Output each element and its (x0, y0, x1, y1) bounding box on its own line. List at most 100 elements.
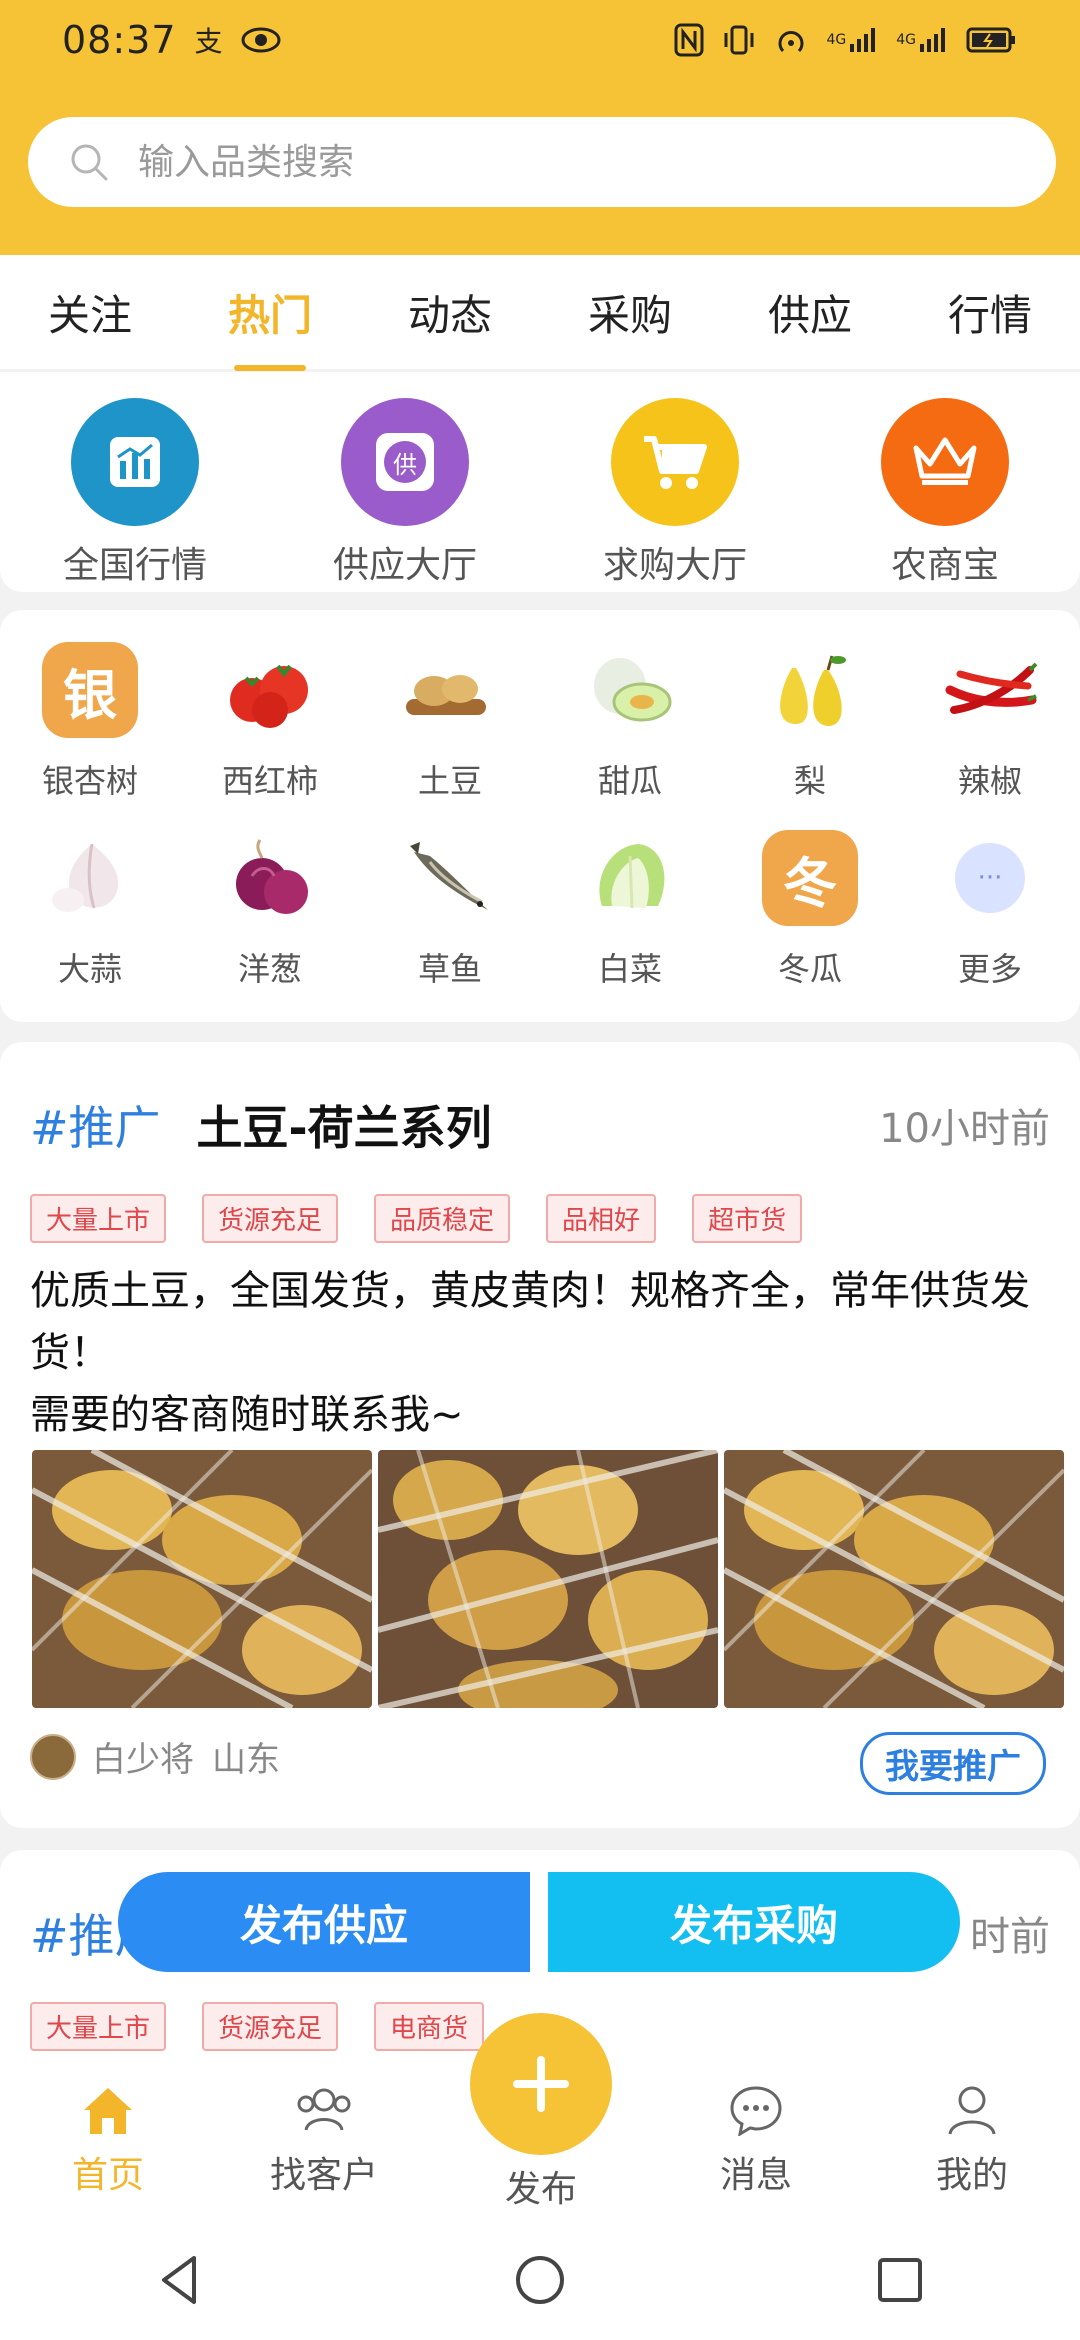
category-label: 白菜 (597, 950, 662, 988)
quick-supply-hall[interactable]: 供 供应大厅 (280, 398, 530, 588)
category-label: 冬瓜 (777, 950, 842, 988)
category-label: 洋葱 (237, 950, 302, 988)
post-time: 10小时前 (879, 1106, 1050, 1152)
nav-home[interactable]: 首页 (8, 2084, 208, 2198)
post-photo[interactable] (32, 1450, 372, 1708)
category-more[interactable]: ··· 更多 (900, 828, 1080, 990)
category-label: 辣椒 (957, 762, 1022, 800)
quick-purchase-hall[interactable]: 求购大厅 (550, 398, 800, 588)
nav-find-customers[interactable]: 找客户 (224, 2084, 424, 2198)
post-hashtag[interactable]: #推广 (30, 1092, 161, 1158)
category-potato[interactable]: 土豆 (360, 640, 540, 802)
category-onion[interactable]: 洋葱 (180, 828, 360, 990)
chili-icon (940, 640, 1040, 740)
nav-label: 找客户 (269, 2155, 378, 2196)
post-card[interactable]: #推广 土豆-荷兰系列 10小时前 大量上市 货源充足 品质稳定 品相好 超市货… (0, 1042, 1080, 1828)
signal-icon-2: 4G (896, 26, 948, 54)
post-tag: 超市货 (692, 1194, 803, 1243)
winter-melon-glyph: 冬 (762, 830, 858, 926)
hotspot-icon (774, 23, 808, 57)
battery-icon (966, 26, 1018, 54)
home-icon (84, 2088, 132, 2134)
post-title: 土豆-荷兰系列 (196, 1101, 492, 1155)
more-icon: ··· (940, 828, 1040, 928)
tab-market[interactable]: 行情 (942, 282, 1038, 343)
nav-mine[interactable]: 我的 (872, 2084, 1072, 2198)
category-label: 西红柿 (221, 762, 318, 800)
nav-messages[interactable]: 消息 (656, 2084, 856, 2198)
publish-supply-button[interactable]: 发布供应 (118, 1872, 530, 1972)
post-tag: 品质稳定 (374, 1194, 511, 1243)
home-circle-icon[interactable] (510, 2250, 570, 2310)
post-photo[interactable] (724, 1450, 1064, 1708)
category-label: 土豆 (417, 762, 482, 800)
promote-button[interactable]: 我要推广 (860, 1732, 1046, 1795)
category-pear[interactable]: 梨 (720, 640, 900, 802)
tab-purchase[interactable]: 采购 (582, 282, 678, 343)
search-icon (71, 144, 108, 181)
plus-icon (513, 2056, 569, 2112)
post-tag: 货源充足 (202, 1194, 339, 1243)
quick-label: 全国行情 (62, 545, 207, 586)
crown-icon (881, 398, 1009, 526)
post-tag: 大量上市 (30, 2002, 167, 2051)
quick-actions: 全国行情 供 供应大厅 求购大厅 农商宝 (0, 372, 1080, 592)
post-tag: 电商货 (374, 2002, 485, 2051)
ginkgo-glyph: 银 (42, 642, 138, 738)
onion-icon (220, 828, 320, 928)
tab-follow[interactable]: 关注 (42, 282, 138, 343)
tomato-icon (220, 640, 320, 740)
category-label: 银杏树 (41, 762, 138, 800)
post-time: 时前 (970, 1914, 1050, 1960)
more-glyph: ··· (955, 843, 1025, 913)
search-input[interactable] (136, 140, 940, 184)
status-time: 08:37 (62, 18, 177, 62)
publish-button[interactable] (470, 2013, 612, 2155)
category-label: 更多 (957, 950, 1022, 988)
category-chili[interactable]: 辣椒 (900, 640, 1080, 802)
network-type-1: 4G (826, 32, 847, 48)
nav-label: 我的 (935, 2155, 1008, 2196)
category-winter-melon[interactable]: 冬 冬瓜 (720, 828, 900, 990)
system-nav-bar (0, 2220, 1080, 2340)
quick-market-trends[interactable]: 全国行情 (10, 398, 260, 588)
tab-supply[interactable]: 供应 (762, 282, 858, 343)
category-ginkgo[interactable]: 银 银杏树 (0, 640, 180, 802)
quick-agri-treasure[interactable]: 农商宝 (820, 398, 1070, 588)
status-bar: 08:37 支 4G 4G (0, 0, 1080, 80)
tab-dynamics[interactable]: 动态 (402, 282, 498, 343)
category-grass-carp[interactable]: 草鱼 (360, 828, 540, 990)
header-background: 08:37 支 4G 4G (0, 0, 1080, 255)
category-tomato[interactable]: 西红柿 (180, 640, 360, 802)
category-tabs: 关注 热门 动态 采购 供应 行情 (0, 255, 1080, 369)
category-cabbage[interactable]: 白菜 (540, 828, 720, 990)
post-description: 优质土豆，全国发货，黄皮黄肉！规格齐全，常年供货发货！ 需要的客商随时联系我~ (30, 1268, 1030, 1438)
signal-icon-1: 4G (826, 26, 878, 54)
author-name: 白少将 (92, 1740, 194, 1780)
post-tags: 大量上市 货源充足 品质稳定 品相好 超市货 (30, 1194, 803, 1243)
quick-label: 供应大厅 (332, 545, 477, 586)
people-icon (297, 2088, 351, 2131)
category-label: 梨 (793, 762, 826, 800)
alipay-icon: 支 (194, 25, 223, 58)
quick-label: 农商宝 (890, 545, 999, 586)
post-author[interactable]: 白少将 山东 (30, 1732, 280, 1781)
recents-icon[interactable] (870, 2250, 930, 2310)
publish-actions: 发布供应 发布采购 (118, 1872, 960, 1972)
category-garlic[interactable]: 大蒜 (0, 828, 180, 990)
category-melon[interactable]: 甜瓜 (540, 640, 720, 802)
author-location: 山东 (212, 1740, 280, 1780)
post-photo[interactable] (378, 1450, 718, 1708)
garlic-icon (40, 828, 140, 928)
network-type-2: 4G (896, 32, 916, 48)
message-icon (730, 2086, 782, 2136)
supply-icon: 供 (341, 398, 469, 526)
publish-purchase-button[interactable]: 发布采购 (548, 1872, 960, 1972)
cabbage-icon (580, 828, 680, 928)
publish-label: 发布 (504, 2169, 577, 2210)
tab-hot[interactable]: 热门 (222, 282, 318, 343)
search-bar[interactable] (28, 117, 1056, 207)
back-icon[interactable] (150, 2250, 210, 2310)
post-tags: 大量上市 货源充足 电商货 (30, 2002, 485, 2051)
post-tag: 大量上市 (30, 1194, 167, 1243)
